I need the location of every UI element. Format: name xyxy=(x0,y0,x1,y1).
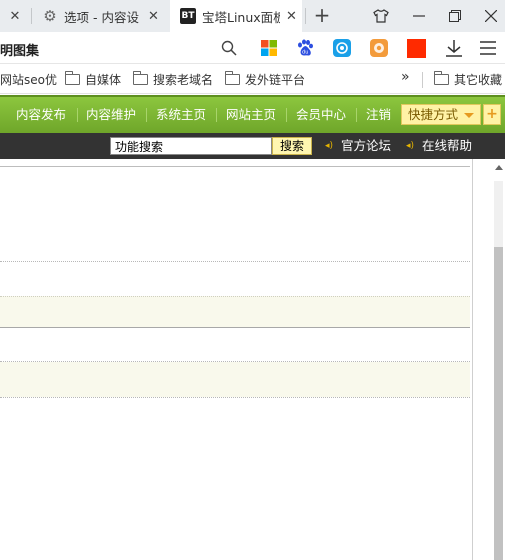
nav-item-publish[interactable]: 内容发布 xyxy=(16,97,66,133)
quick-menu-label: 快捷方式 xyxy=(408,107,459,122)
tab-title: 宝塔Linux面板 xyxy=(202,9,280,25)
bookmarks-bar: 网站seo优 自媒体 搜索老域名 发外链平台 » 其它收藏 xyxy=(0,64,505,94)
bookmark-label: 网站seo优 xyxy=(0,73,57,87)
new-tab-icon[interactable]: + xyxy=(312,4,332,26)
svg-text:du: du xyxy=(302,50,308,56)
bookmark-label: 搜索老域名 xyxy=(153,73,214,87)
search-icon[interactable] xyxy=(219,38,239,58)
divider xyxy=(0,397,470,398)
close-tab-icon[interactable]: ✕ xyxy=(10,9,21,24)
bookmark-folder[interactable]: 搜索老域名 xyxy=(132,71,214,88)
quick-menu-button[interactable]: 快捷方式 xyxy=(401,104,481,125)
content-border xyxy=(472,159,473,560)
download-icon[interactable] xyxy=(444,38,464,58)
nav-divider xyxy=(286,108,287,122)
tab-divider xyxy=(305,8,306,24)
other-bookmarks[interactable]: 其它收藏 xyxy=(433,71,503,88)
function-search-input[interactable] xyxy=(110,137,272,155)
bookmark-label: 自媒体 xyxy=(85,73,122,87)
bookmark-folder[interactable]: 发外链平台 xyxy=(224,71,306,88)
speaker-icon: ◂) xyxy=(406,141,415,151)
bookmark-label: 发外链平台 xyxy=(245,73,306,87)
speaker-icon: ◂) xyxy=(325,141,334,151)
highlight-row xyxy=(0,362,470,397)
restore-icon[interactable] xyxy=(437,0,473,32)
nav-divider xyxy=(146,108,147,122)
nav-divider xyxy=(216,108,217,122)
bt-favicon-icon: BT xyxy=(180,8,196,24)
search-button[interactable]: 搜索 xyxy=(272,137,312,155)
folder-icon xyxy=(433,71,449,85)
nav-item-member[interactable]: 会员中心 xyxy=(296,97,346,133)
baidu-icon[interactable]: du xyxy=(295,38,315,58)
close-tab-icon[interactable]: ✕ xyxy=(286,9,297,24)
main-content xyxy=(0,159,475,560)
scroll-thumb[interactable] xyxy=(494,247,503,560)
folder-icon xyxy=(224,71,240,85)
nav-item-maintain[interactable]: 内容维护 xyxy=(86,97,136,133)
nav-item-logout[interactable]: 注销 xyxy=(366,97,391,133)
address-text[interactable]: 明图集 xyxy=(0,40,39,59)
main-nav: 内容发布 内容维护 系统主页 网站主页 会员中心 注销 快捷方式 + xyxy=(0,95,505,133)
folder-icon xyxy=(64,71,80,85)
red-square-icon[interactable] xyxy=(406,38,426,58)
tab-options[interactable]: ⚙ 选项 - 内容设 ✕ xyxy=(32,0,166,32)
online-help-link[interactable]: ◂) 在线帮助 xyxy=(406,137,472,155)
gear-icon: ⚙ xyxy=(43,7,57,25)
tab-partial[interactable]: ✕ xyxy=(0,0,30,32)
add-quick-icon[interactable]: + xyxy=(483,104,501,125)
close-window-icon[interactable] xyxy=(473,0,505,32)
tab-bar: ✕ ⚙ 选项 - 内容设 ✕ BT 宝塔Linux面板 ✕ + xyxy=(0,0,505,32)
divider xyxy=(0,261,470,262)
nav-divider xyxy=(356,108,357,122)
bookmark-folder[interactable]: 自媒体 xyxy=(64,71,122,88)
link-label: 在线帮助 xyxy=(422,138,473,153)
highlight-row xyxy=(0,296,470,327)
tab-title: 选项 - 内容设 xyxy=(64,9,139,25)
divider xyxy=(0,327,470,328)
menu-icon[interactable] xyxy=(478,38,498,58)
close-tab-icon[interactable]: ✕ xyxy=(148,9,159,24)
minimize-icon[interactable] xyxy=(401,0,437,32)
official-forum-link[interactable]: ◂) 官方论坛 xyxy=(325,137,391,155)
divider xyxy=(0,166,470,167)
function-search-bar: 搜索 ◂) 官方论坛 ◂) 在线帮助 xyxy=(0,133,505,159)
tab-bt-panel[interactable]: BT 宝塔Linux面板 ✕ xyxy=(170,0,302,32)
nav-item-system-home[interactable]: 系统主页 xyxy=(156,97,206,133)
scroll-up-icon[interactable] xyxy=(495,165,503,170)
address-bar: 明图集 du xyxy=(0,32,505,64)
skin-icon[interactable] xyxy=(363,0,399,32)
bookmark-label: 其它收藏 xyxy=(454,73,503,87)
scrollbar[interactable] xyxy=(475,159,505,560)
link-label: 官方论坛 xyxy=(341,138,392,153)
folder-icon xyxy=(132,71,148,85)
windows-icon[interactable] xyxy=(259,38,279,58)
bookmark-item[interactable]: 网站seo优 xyxy=(0,71,57,88)
divider xyxy=(422,72,423,88)
nav-divider xyxy=(77,108,78,122)
qiyu-icon[interactable] xyxy=(332,38,352,58)
chevron-down-icon xyxy=(464,113,474,118)
nav-item-site-home[interactable]: 网站主页 xyxy=(226,97,276,133)
bookmarks-overflow-icon[interactable]: » xyxy=(401,69,410,85)
extension-icon[interactable] xyxy=(369,38,389,58)
